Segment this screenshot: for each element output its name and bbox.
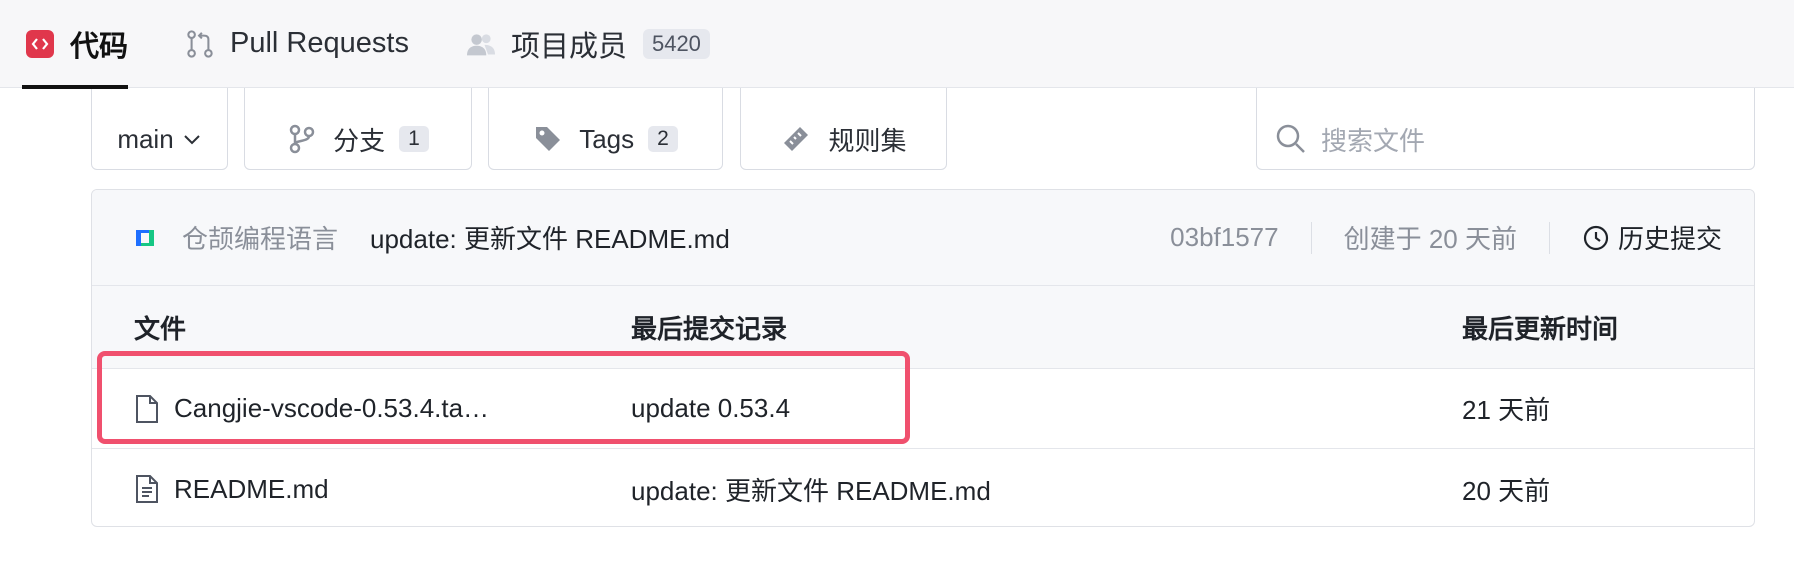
commit-time: 创建于 20 天前	[1343, 224, 1517, 254]
history-commits-link[interactable]: 历史提交	[1582, 219, 1722, 256]
rulesets-label: 规则集	[828, 125, 907, 156]
repo-tabs: 代码 Pull Requests 项目成员 5420	[0, 0, 1794, 89]
file-name[interactable]: Cangjie-vscode-0.53.4.ta…	[174, 393, 489, 424]
file-name-cell[interactable]: Cangjie-vscode-0.53.4.ta…	[134, 393, 489, 424]
tag-icon	[536, 127, 561, 151]
header-file: 文件	[134, 313, 187, 344]
file-name-cell[interactable]: README.md	[134, 474, 329, 505]
cangjie-logo-icon	[136, 229, 154, 246]
header-last-commit: 最后提交记录	[631, 313, 788, 344]
row-commit-message[interactable]: update: 更新文件 README.md	[631, 471, 991, 508]
chevron-down-icon	[183, 135, 200, 145]
header-last-updated: 最后更新时间	[1462, 313, 1619, 344]
file-name[interactable]: README.md	[174, 474, 329, 505]
table-header: 文件 最后提交记录 最后更新时间	[92, 286, 1754, 369]
search-icon	[1276, 124, 1305, 153]
divider	[1548, 221, 1550, 254]
history-label: 历史提交	[1617, 224, 1722, 254]
ruler-icon	[784, 127, 809, 151]
row-updated-time: 21 天前	[1462, 395, 1551, 425]
members-count-badge: 5420	[642, 28, 710, 59]
tab-members-label: 项目成员	[510, 30, 627, 63]
tags-count: 2	[648, 126, 678, 152]
file-icon	[136, 394, 158, 423]
tab-pull-requests[interactable]: Pull Requests	[186, 0, 409, 88]
tab-code[interactable]: 代码	[21, 0, 129, 89]
commit-message[interactable]: update: 更新文件 README.md	[370, 219, 1170, 256]
table-row[interactable]: Cangjie-vscode-0.53.4.ta… update 0.53.4 …	[92, 369, 1754, 449]
latest-commit-bar: 仓颉编程语言 update: 更新文件 README.md 03bf1577 创…	[92, 190, 1754, 286]
commit-hash[interactable]: 03bf1577	[1170, 222, 1278, 253]
row-commit-message[interactable]: update 0.53.4	[631, 393, 790, 424]
code-icon	[26, 29, 54, 58]
branch-select-label: main	[117, 123, 174, 154]
text-file-icon	[136, 475, 158, 503]
clock-icon	[1583, 225, 1609, 250]
row-updated-time: 20 天前	[1462, 475, 1551, 506]
branches-count: 1	[399, 126, 429, 152]
file-table: 仓颉编程语言 update: 更新文件 README.md 03bf1577 创…	[91, 189, 1755, 527]
tab-code-label: 代码	[70, 30, 129, 63]
search-placeholder: 搜索文件	[1321, 125, 1426, 156]
divider	[1310, 221, 1312, 254]
branch-icon	[289, 124, 315, 154]
commit-author[interactable]: 仓颉编程语言	[182, 219, 338, 256]
tab-members[interactable]: 项目成员 5420	[466, 0, 710, 88]
members-icon	[466, 30, 495, 58]
pull-request-icon	[186, 29, 214, 58]
branches-label: 分支	[333, 125, 386, 156]
tags-label: Tags	[579, 123, 635, 154]
table-row[interactable]: README.md update: 更新文件 README.md 20 天前	[92, 449, 1754, 526]
tab-pull-requests-label: Pull Requests	[230, 27, 409, 59]
